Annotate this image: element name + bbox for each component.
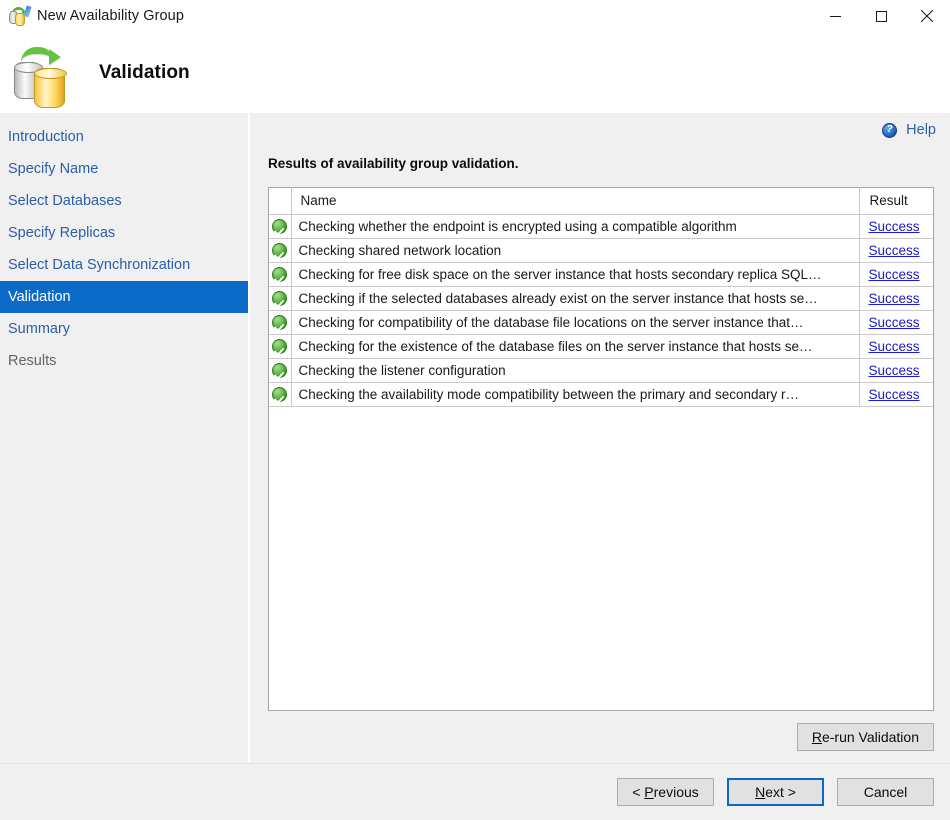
row-name-cell: Checking whether the endpoint is encrypt… [291, 214, 859, 238]
page-header: Validation [0, 32, 950, 113]
table-header-row: Name Result [269, 188, 933, 214]
success-icon [272, 219, 287, 234]
database-sync-icon [10, 45, 72, 101]
window-body: Introduction Specify Name Select Databas… [0, 113, 950, 763]
row-name-cell: Checking if the selected databases alrea… [291, 286, 859, 310]
row-status-cell [269, 214, 291, 238]
row-result-cell: Success [859, 310, 933, 334]
previous-label-rest: revious [654, 784, 699, 800]
next-accel: N [755, 784, 765, 800]
success-icon [272, 339, 287, 354]
row-result-cell: Success [859, 358, 933, 382]
row-name-cell: Checking for the existence of the databa… [291, 334, 859, 358]
success-icon [272, 387, 287, 402]
maximize-icon[interactable] [858, 0, 904, 32]
result-link[interactable]: Success [869, 219, 920, 234]
row-status-cell [269, 310, 291, 334]
table-row[interactable]: Checking the listener configuration Succ… [269, 358, 933, 382]
table-row[interactable]: Checking for compatibility of the databa… [269, 310, 933, 334]
row-name-cell: Checking shared network location [291, 238, 859, 262]
row-name-cell: Checking the listener configuration [291, 358, 859, 382]
rerun-validation-button[interactable]: Re-run Validation [797, 723, 934, 751]
close-icon[interactable] [904, 0, 950, 32]
result-link[interactable]: Success [869, 291, 920, 306]
minimize-icon[interactable] [812, 0, 858, 32]
previous-button[interactable]: < Previous [617, 778, 714, 806]
row-status-cell [269, 262, 291, 286]
row-status-cell [269, 238, 291, 262]
table-row[interactable]: Checking for the existence of the databa… [269, 334, 933, 358]
success-icon [272, 267, 287, 282]
sidebar-item-summary[interactable]: Summary [0, 313, 248, 345]
help-link[interactable]: ? Help [882, 122, 936, 138]
help-row: ? Help [250, 113, 950, 147]
page-title: Validation [99, 62, 190, 84]
section-title: Results of availability group validation… [268, 156, 950, 171]
row-result-cell: Success [859, 334, 933, 358]
help-label: Help [906, 122, 936, 138]
success-icon [272, 291, 287, 306]
row-name-cell: Checking for free disk space on the serv… [291, 262, 859, 286]
window-controls [812, 0, 950, 32]
row-result-cell: Success [859, 286, 933, 310]
column-header-status[interactable] [269, 188, 291, 214]
table-row[interactable]: Checking shared network location Success [269, 238, 933, 262]
sidebar-item-select-databases[interactable]: Select Databases [0, 185, 248, 217]
wizard-footer: < Previous Next > Cancel [0, 763, 950, 820]
sidebar-item-results: Results [0, 345, 248, 377]
result-link[interactable]: Success [869, 267, 920, 282]
success-icon [272, 315, 287, 330]
row-result-cell: Success [859, 262, 933, 286]
row-name-cell: Checking for compatibility of the databa… [291, 310, 859, 334]
sidebar-item-specify-replicas[interactable]: Specify Replicas [0, 217, 248, 249]
table-row[interactable]: Checking if the selected databases alrea… [269, 286, 933, 310]
window-title: New Availability Group [37, 8, 184, 24]
rerun-label-rest: e-run Validation [822, 729, 919, 745]
row-status-cell [269, 286, 291, 310]
result-link[interactable]: Success [869, 315, 920, 330]
row-result-cell: Success [859, 382, 933, 406]
table-row[interactable]: Checking for free disk space on the serv… [269, 262, 933, 286]
sidebar-item-select-data-synchronization[interactable]: Select Data Synchronization [0, 249, 248, 281]
validation-table: Name Result Checking whether the endpoin… [269, 188, 933, 407]
rerun-row: Re-run Validation [250, 711, 950, 763]
sidebar-item-specify-name[interactable]: Specify Name [0, 153, 248, 185]
next-button[interactable]: Next > [727, 778, 824, 806]
content-pane: ? Help Results of availability group val… [250, 113, 950, 763]
column-header-result[interactable]: Result [859, 188, 933, 214]
success-icon [272, 243, 287, 258]
row-result-cell: Success [859, 238, 933, 262]
help-icon: ? [882, 123, 897, 138]
previous-accel: P [644, 784, 653, 800]
row-status-cell [269, 382, 291, 406]
result-link[interactable]: Success [869, 243, 920, 258]
cancel-button[interactable]: Cancel [837, 778, 934, 806]
row-result-cell: Success [859, 214, 933, 238]
rerun-accel: R [812, 729, 822, 745]
table-row[interactable]: Checking the availability mode compatibi… [269, 382, 933, 406]
new-availability-group-window: New Availability Group Validation Introd… [0, 0, 950, 820]
success-icon [272, 363, 287, 378]
row-name-cell: Checking the availability mode compatibi… [291, 382, 859, 406]
row-status-cell [269, 358, 291, 382]
column-header-name[interactable]: Name [291, 188, 859, 214]
previous-prefix: < [632, 784, 644, 800]
next-label-rest: ext > [765, 784, 796, 800]
title-bar: New Availability Group [0, 0, 950, 32]
sidebar-item-introduction[interactable]: Introduction [0, 121, 248, 153]
table-row[interactable]: Checking whether the endpoint is encrypt… [269, 214, 933, 238]
result-link[interactable]: Success [869, 339, 920, 354]
result-link[interactable]: Success [869, 363, 920, 378]
validation-results-grid: Name Result Checking whether the endpoin… [268, 187, 934, 711]
sidebar-item-validation[interactable]: Validation [0, 281, 248, 313]
result-link[interactable]: Success [869, 387, 920, 402]
row-status-cell [269, 334, 291, 358]
wizard-steps-sidebar: Introduction Specify Name Select Databas… [0, 113, 250, 763]
